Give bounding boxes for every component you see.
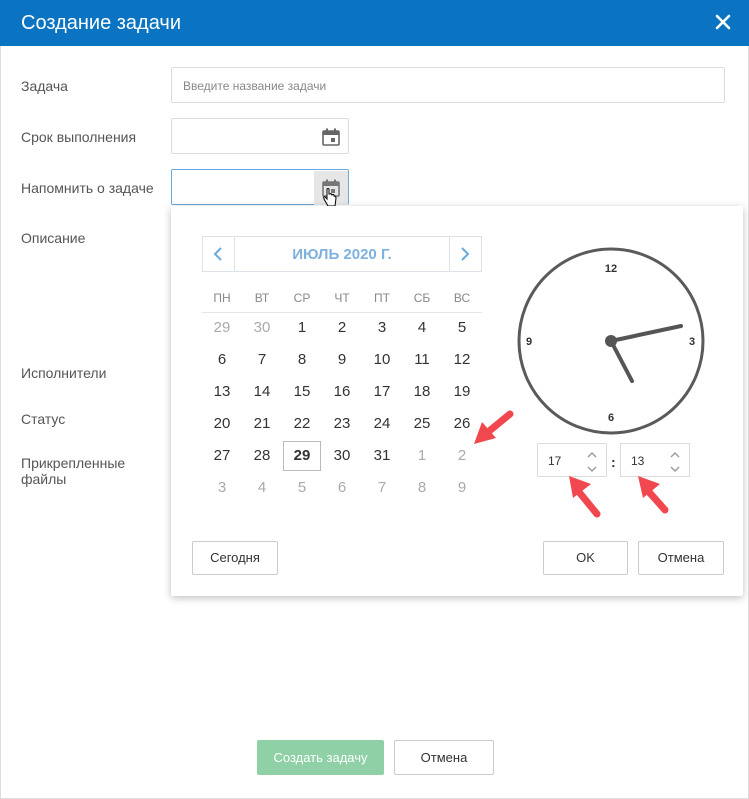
calendar-day[interactable]: 23 [323,411,361,437]
calendar-day[interactable]: 31 [363,443,401,469]
weekday-label: ВС [453,291,471,305]
hours-value: 17 [548,454,562,468]
calendar-day[interactable]: 11 [403,347,441,373]
weekday-label: ПН [213,291,231,305]
calendar-day[interactable]: 24 [363,411,401,437]
calendar-day[interactable]: 9 [443,475,481,501]
calendar-day[interactable]: 30 [323,443,361,469]
calendar-day[interactable]: 19 [443,379,481,405]
calendar-day[interactable]: 12 [443,347,481,373]
attachments-label: Прикрепленные файлы [21,455,125,487]
attachments-label-line1: Прикрепленные [21,455,126,471]
calendar-day[interactable]: 15 [283,379,321,405]
today-button[interactable]: Сегодня [192,541,278,575]
calendar-month-title[interactable]: ИЮЛЬ 2020 Г. [235,246,449,263]
deadline-date-input[interactable] [171,118,349,154]
calendar-day[interactable]: 14 [243,379,281,405]
next-month-button[interactable] [449,237,481,271]
status-label: Статус [21,411,66,427]
calendar-day[interactable]: 6 [323,475,361,501]
assignees-label: Исполнители [21,365,107,381]
calendar-day[interactable]: 21 [243,411,281,437]
create-task-button[interactable]: Создать задачу [257,740,384,775]
clock-center [605,335,617,347]
calendar-day[interactable]: 16 [323,379,361,405]
clock-label-9: 9 [526,336,532,348]
calendar-day[interactable]: 1 [403,443,441,469]
clock-label-6: 6 [608,412,614,424]
close-icon[interactable] [711,10,735,34]
calendar-day[interactable]: 3 [203,475,241,501]
dialog-title: Создание задачи [21,12,181,34]
calendar-day[interactable]: 2 [323,315,361,341]
annotation-arrow-icon [474,410,514,444]
minutes-value: 13 [631,454,645,468]
weekday-divider [202,312,482,313]
calendar-day[interactable]: 28 [243,443,281,469]
calendar-day[interactable]: 7 [363,475,401,501]
calendar-day[interactable]: 17 [363,379,401,405]
prev-month-button[interactable] [203,237,235,271]
calendar-day[interactable]: 1 [283,315,321,341]
calendar-day[interactable]: 25 [403,411,441,437]
calendar-day[interactable]: 13 [203,379,241,405]
clock-label-3: 3 [689,336,695,348]
reminder-label: Напомнить о задаче [21,180,154,196]
calendar-day[interactable]: 27 [203,443,241,469]
calendar-day[interactable]: 29 [203,315,241,341]
calendar-day[interactable]: 5 [283,475,321,501]
calendar-day[interactable]: 10 [363,347,401,373]
calendar-day-selected[interactable]: 29 [283,441,321,471]
clock-label-12: 12 [605,263,617,275]
time-separator: : [611,454,616,470]
calendar-day[interactable]: 8 [403,475,441,501]
calendar-day[interactable]: 8 [283,347,321,373]
calendar-day[interactable]: 9 [323,347,361,373]
reminder-date-input[interactable] [171,169,349,207]
deadline-label: Срок выполнения [21,129,137,145]
weekday-label: ЧТ [334,291,350,305]
hours-up-arrow-icon[interactable] [586,448,598,460]
calendar-day[interactable]: 22 [283,411,321,437]
analog-clock: 12 3 6 9 [517,247,705,435]
datetime-picker-popup: ИЮЛЬ 2020 Г. ПН ВТ СР ЧТ ПТ СБ ВС 29 30 1 2 3 4 5 6 7 8… [171,206,743,596]
weekday-label: СР [293,291,311,305]
minutes-up-arrow-icon[interactable] [669,448,681,460]
calendar-day[interactable]: 7 [243,347,281,373]
calendar-header: ИЮЛЬ 2020 Г. [202,236,482,272]
task-name-placeholder: Введите название задачи [183,79,327,93]
weekday-label: ВТ [254,291,270,305]
calendar-day[interactable]: 18 [403,379,441,405]
annotation-arrow-icon [569,476,601,518]
ok-button[interactable]: OK [543,541,628,575]
calendar-day[interactable]: 5 [443,315,481,341]
task-name-input[interactable]: Введите название задачи [171,67,725,103]
calendar-day[interactable]: 30 [243,315,281,341]
calendar-icon[interactable] [314,120,348,154]
calendar-day[interactable]: 6 [203,347,241,373]
cancel-button[interactable]: Отмена [394,740,494,775]
weekday-label: ПТ [374,291,390,305]
calendar-day[interactable]: 4 [243,475,281,501]
description-label: Описание [21,230,86,246]
picker-cancel-button[interactable]: Отмена [638,541,724,575]
dialog-titlebar: Создание задачи [0,0,749,46]
annotation-arrow-icon [638,476,669,514]
calendar-day[interactable]: 3 [363,315,401,341]
attachments-label-line2: файлы [21,471,67,487]
calendar-day[interactable]: 4 [403,315,441,341]
task-label: Задача [21,78,68,94]
weekday-label: СБ [413,291,431,305]
calendar-day[interactable]: 20 [203,411,241,437]
